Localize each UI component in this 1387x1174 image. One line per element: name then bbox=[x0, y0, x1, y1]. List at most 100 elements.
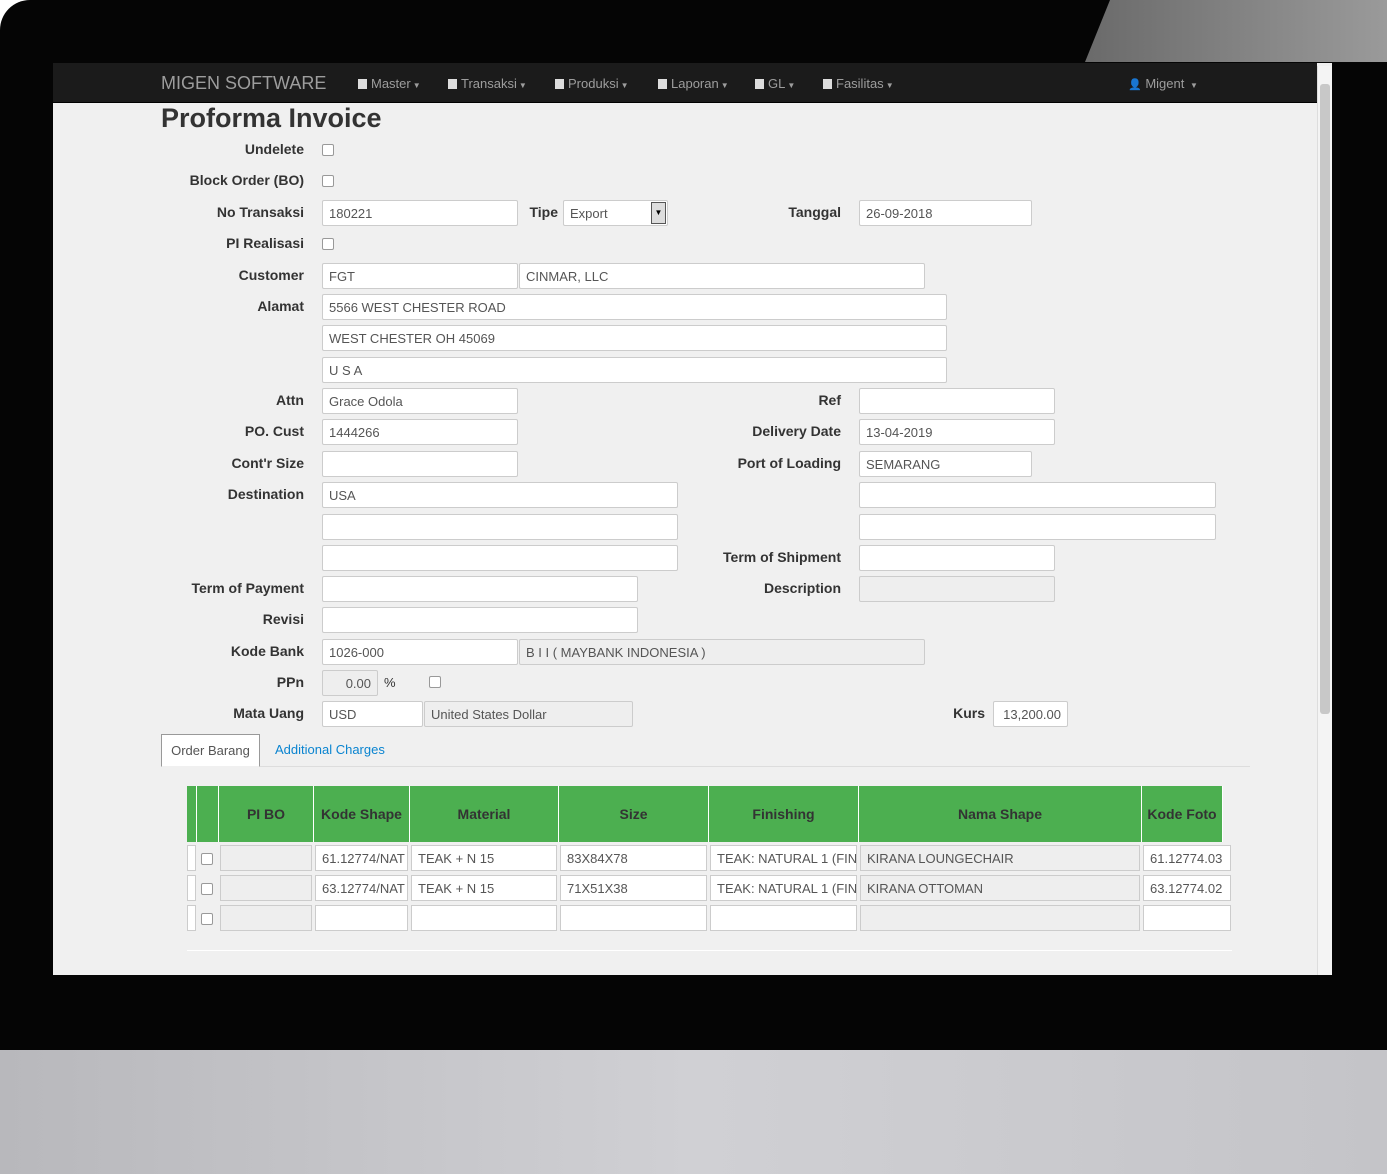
table-cell[interactable] bbox=[220, 875, 312, 901]
table-cell[interactable]: KIRANA OTTOMAN bbox=[860, 875, 1140, 901]
nav-label: GL bbox=[768, 76, 786, 91]
table-cell[interactable]: 61.12774/NAT bbox=[315, 845, 408, 871]
nav-fasilitas[interactable]: Fasilitas ▼ bbox=[823, 76, 894, 91]
table-cell[interactable] bbox=[220, 845, 312, 871]
nav-produksi[interactable]: Produksi ▼ bbox=[555, 76, 629, 91]
customer-name-input[interactable]: CINMAR, LLC bbox=[519, 263, 925, 289]
nav-label: Laporan bbox=[671, 76, 719, 91]
caret-down-icon: ▼ bbox=[1189, 81, 1198, 90]
table-cell[interactable] bbox=[315, 905, 408, 931]
no-transaksi-input[interactable]: 180221 bbox=[322, 200, 518, 226]
cont-size-input[interactable] bbox=[322, 451, 518, 477]
table-cell[interactable]: TEAK: NATURAL 1 (FIN bbox=[710, 875, 857, 901]
term-of-payment-input[interactable] bbox=[322, 576, 638, 602]
scrollbar-thumb[interactable] bbox=[1320, 84, 1330, 714]
row-handle bbox=[187, 845, 196, 871]
label-attn: Attn bbox=[276, 392, 304, 408]
table-cell[interactable]: 83X84X78 bbox=[560, 845, 707, 871]
tipe-select[interactable]: Export ▼ bbox=[563, 200, 668, 226]
label-pi-realisasi: PI Realisasi bbox=[226, 235, 304, 251]
tanggal-input[interactable]: 26-09-2018 bbox=[859, 200, 1032, 226]
navbar: MIGEN SOFTWARE Master ▼ Transaksi ▼ Produksi… bbox=[53, 63, 1317, 103]
label-alamat: Alamat bbox=[257, 298, 304, 314]
label-kurs: Kurs bbox=[953, 705, 985, 721]
table-cell[interactable] bbox=[411, 905, 557, 931]
customer-code-input[interactable]: FGT bbox=[322, 263, 518, 289]
ref-input[interactable] bbox=[859, 388, 1055, 414]
column-header: Finishing bbox=[709, 786, 859, 842]
description-input[interactable] bbox=[859, 576, 1055, 602]
ppn-checkbox[interactable] bbox=[429, 676, 441, 688]
table-cell[interactable] bbox=[710, 905, 857, 931]
tipe-value: Export bbox=[570, 206, 608, 221]
row-handle bbox=[187, 875, 196, 901]
user-menu[interactable]: 👤 Migent ▼ bbox=[1128, 76, 1198, 91]
table-cell[interactable] bbox=[560, 905, 707, 931]
page-title: Proforma Invoice bbox=[161, 103, 382, 133]
caret-down-icon: ▼ bbox=[720, 81, 729, 90]
nav-label: Fasilitas bbox=[836, 76, 884, 91]
label-delivery-date: Delivery Date bbox=[752, 423, 841, 439]
destination3-input[interactable] bbox=[322, 545, 678, 571]
brand[interactable]: MIGEN SOFTWARE bbox=[161, 73, 326, 94]
alamat2-input[interactable]: WEST CHESTER OH 45069 bbox=[322, 325, 947, 351]
nav-gl[interactable]: GL ▼ bbox=[755, 76, 795, 91]
file-icon bbox=[755, 79, 764, 89]
destination1-input[interactable]: USA bbox=[322, 482, 678, 508]
revisi-input[interactable] bbox=[322, 607, 638, 633]
kode-bank-input[interactable]: 1026-000 bbox=[322, 639, 518, 665]
pi-realisasi-checkbox[interactable] bbox=[322, 238, 334, 250]
label-mata-uang: Mata Uang bbox=[233, 705, 304, 721]
label-term-of-shipment: Term of Shipment bbox=[723, 549, 841, 565]
dest-right2-input[interactable] bbox=[859, 514, 1216, 540]
monitor-reflection bbox=[1085, 0, 1387, 62]
mata-uang-input[interactable]: USD bbox=[322, 701, 423, 727]
table-cell[interactable]: KIRANA LOUNGECHAIR bbox=[860, 845, 1140, 871]
mata-uang-name-input[interactable]: United States Dollar bbox=[424, 701, 633, 727]
alamat3-input[interactable]: U S A bbox=[322, 357, 947, 383]
row-checkbox[interactable] bbox=[201, 883, 213, 895]
undelete-checkbox[interactable] bbox=[322, 144, 334, 156]
row-checkbox[interactable] bbox=[201, 913, 213, 925]
table-cell[interactable] bbox=[1143, 905, 1231, 931]
table-cell[interactable] bbox=[860, 905, 1140, 931]
nav-master[interactable]: Master ▼ bbox=[358, 76, 421, 91]
table-cell[interactable]: 61.12774.03 bbox=[1143, 845, 1231, 871]
alamat1-input[interactable]: 5566 WEST CHESTER ROAD bbox=[322, 294, 947, 320]
label-tipe: Tipe bbox=[529, 204, 558, 220]
table-cell[interactable]: 63.12774/NAT bbox=[315, 875, 408, 901]
destination2-input[interactable] bbox=[322, 514, 678, 540]
table-cell[interactable] bbox=[220, 905, 312, 931]
table-cell[interactable]: TEAK + N 15 bbox=[411, 845, 557, 871]
column-header: Material bbox=[410, 786, 559, 842]
tab-additional-charges[interactable]: Additional Charges bbox=[275, 742, 385, 757]
nav-label: Transaksi bbox=[461, 76, 517, 91]
phone-icon bbox=[358, 79, 367, 89]
bank-name-input[interactable]: B I I ( MAYBANK INDONESIA ) bbox=[519, 639, 925, 665]
po-cust-input[interactable]: 1444266 bbox=[322, 419, 518, 445]
tab-order-barang[interactable]: Order Barang bbox=[161, 734, 260, 767]
caret-down-icon: ▼ bbox=[518, 81, 527, 90]
port-of-loading-input[interactable]: SEMARANG bbox=[859, 451, 1032, 477]
nav-laporan[interactable]: Laporan ▼ bbox=[658, 76, 729, 91]
table-cell[interactable]: TEAK + N 15 bbox=[411, 875, 557, 901]
table-cell[interactable]: TEAK: NATURAL 1 (FIN bbox=[710, 845, 857, 871]
column-header: Size bbox=[559, 786, 709, 842]
ppn-input[interactable]: 0.00 bbox=[322, 670, 378, 696]
attn-input[interactable]: Grace Odola bbox=[322, 388, 518, 414]
dest-right1-input[interactable] bbox=[859, 482, 1216, 508]
row-checkbox[interactable] bbox=[201, 853, 213, 865]
label-po-cust: PO. Cust bbox=[244, 423, 304, 439]
block-order-checkbox[interactable] bbox=[322, 175, 334, 187]
delivery-date-input[interactable]: 13-04-2019 bbox=[859, 419, 1055, 445]
table-footer-line bbox=[187, 950, 1232, 951]
table-cell[interactable]: 71X51X38 bbox=[560, 875, 707, 901]
kurs-input[interactable]: 13,200.00 bbox=[993, 701, 1068, 727]
nav-transaksi[interactable]: Transaksi ▼ bbox=[448, 76, 527, 91]
caret-down-icon: ▼ bbox=[885, 81, 894, 90]
term-of-shipment-input[interactable] bbox=[859, 545, 1055, 571]
file-icon bbox=[658, 79, 667, 89]
dropdown-arrow-icon[interactable]: ▼ bbox=[651, 202, 666, 224]
scrollbar[interactable] bbox=[1317, 66, 1332, 975]
table-cell[interactable]: 63.12774.02 bbox=[1143, 875, 1231, 901]
